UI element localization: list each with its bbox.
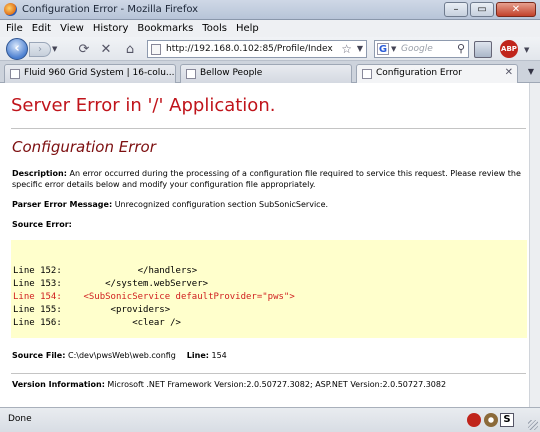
- tab-bellow-people[interactable]: Bellow People: [180, 64, 352, 83]
- description-text: An error occurred during the processing …: [12, 169, 521, 189]
- s-extension-icon[interactable]: S: [500, 413, 514, 427]
- description-label: Description:: [12, 169, 67, 178]
- divider: [11, 128, 526, 129]
- page-content: Server Error in '/' Application. Configu…: [0, 83, 540, 407]
- tab-label: Fluid 960 Grid System | 16-colu...: [24, 68, 174, 78]
- code-line: Line 153: </system.webServer>: [13, 279, 209, 289]
- tab-favicon: [10, 69, 20, 79]
- menu-history[interactable]: History: [93, 23, 129, 34]
- code-line: Line 155: <providers>: [13, 305, 171, 315]
- window-title: Configuration Error - Mozilla Firefox: [22, 4, 199, 15]
- menu-bar: File Edit View History Bookmarks Tools H…: [0, 20, 540, 37]
- adblock-status-icon[interactable]: [467, 413, 481, 427]
- back-button[interactable]: ‹: [6, 38, 28, 60]
- resize-grip-icon[interactable]: [528, 420, 538, 430]
- navigation-toolbar: ‹ › ▼ ⟳ ✕ ⌂ http://192.168.0.102:85/Prof…: [0, 37, 540, 61]
- source-code-block: Line 152: </handlers> Line 153: </system…: [11, 240, 527, 338]
- reload-icon[interactable]: ⟳: [76, 42, 92, 57]
- parser-error-label: Parser Error Message:: [12, 200, 113, 209]
- list-all-tabs-icon[interactable]: ▼: [528, 67, 534, 76]
- status-text: Done: [8, 414, 32, 424]
- source-file-label: Source File:: [12, 351, 66, 360]
- source-file-info: Source File: C:\dev\pwsWeb\web.config Li…: [12, 351, 227, 360]
- status-bar: Done S: [0, 407, 540, 432]
- line-label: Line:: [178, 351, 209, 360]
- divider: [11, 373, 526, 374]
- window-title-bar: Configuration Error - Mozilla Firefox – …: [0, 0, 540, 20]
- url-dropdown-icon[interactable]: ▼: [357, 44, 363, 53]
- line-value: 154: [208, 351, 227, 360]
- extension-status-icon[interactable]: [484, 413, 498, 427]
- extension-icon[interactable]: [474, 41, 492, 58]
- tab-label: Bellow People: [200, 68, 263, 78]
- firefox-icon: [4, 3, 17, 16]
- home-icon[interactable]: ⌂: [122, 42, 138, 57]
- source-error-label: Source Error:: [12, 220, 72, 229]
- tab-favicon: [186, 69, 196, 79]
- bookmark-star-icon[interactable]: ☆: [341, 42, 352, 56]
- window-controls: – ▭ ✕: [444, 2, 536, 17]
- version-label: Version Information:: [12, 380, 105, 389]
- tab-label: Configuration Error: [376, 68, 462, 78]
- code-line: Line 156: <clear />: [13, 318, 181, 328]
- menu-help[interactable]: Help: [236, 23, 259, 34]
- parser-error-text: Unrecognized configuration section SubSo…: [112, 200, 329, 209]
- search-bar[interactable]: G ▼ Google ⚲: [374, 40, 469, 58]
- code-line: Line 152: </handlers>: [13, 266, 198, 276]
- tab-strip: Fluid 960 Grid System | 16-colu... Bello…: [0, 61, 540, 84]
- adblock-dropdown-icon[interactable]: ▼: [524, 46, 529, 54]
- minimize-button[interactable]: –: [444, 2, 468, 17]
- error-subtitle: Configuration Error: [12, 138, 156, 156]
- menu-view[interactable]: View: [60, 23, 84, 34]
- menu-edit[interactable]: Edit: [32, 23, 51, 34]
- url-text[interactable]: http://192.168.0.102:85/Profile/Index: [166, 44, 333, 54]
- adblock-plus-icon[interactable]: ABP: [500, 40, 518, 58]
- page-icon: [151, 44, 161, 55]
- close-tab-icon[interactable]: ✕: [505, 67, 513, 78]
- source-file-value: C:\dev\pwsWeb\web.config: [65, 351, 179, 360]
- maximize-button[interactable]: ▭: [470, 2, 494, 17]
- forward-button[interactable]: ›: [29, 42, 51, 57]
- google-icon[interactable]: G: [377, 43, 389, 55]
- parser-error: Parser Error Message: Unrecognized confi…: [12, 200, 328, 209]
- tab-configuration-error[interactable]: Configuration Error ✕: [356, 64, 518, 84]
- code-line-error: Line 154: <SubSonicService defaultProvid…: [13, 292, 295, 302]
- tab-fluid-960[interactable]: Fluid 960 Grid System | 16-colu...: [4, 64, 176, 83]
- close-window-button[interactable]: ✕: [496, 2, 536, 17]
- version-text: Microsoft .NET Framework Version:2.0.507…: [104, 380, 447, 389]
- search-icon[interactable]: ⚲: [457, 42, 465, 55]
- menu-file[interactable]: File: [6, 23, 23, 34]
- tab-favicon: [362, 69, 372, 79]
- vertical-scrollbar[interactable]: [529, 83, 540, 407]
- history-dropdown-icon[interactable]: ▼: [52, 45, 57, 53]
- menu-bookmarks[interactable]: Bookmarks: [137, 23, 193, 34]
- search-input[interactable]: Google: [401, 44, 433, 54]
- page-title: Server Error in '/' Application.: [11, 95, 276, 116]
- menu-tools[interactable]: Tools: [202, 23, 227, 34]
- stop-icon[interactable]: ✕: [98, 42, 114, 57]
- version-info: Version Information: Microsoft .NET Fram…: [12, 380, 446, 389]
- search-engine-dropdown-icon[interactable]: ▼: [391, 45, 396, 53]
- error-description: Description: An error occurred during th…: [12, 168, 527, 190]
- address-bar[interactable]: http://192.168.0.102:85/Profile/Index ☆ …: [147, 40, 367, 58]
